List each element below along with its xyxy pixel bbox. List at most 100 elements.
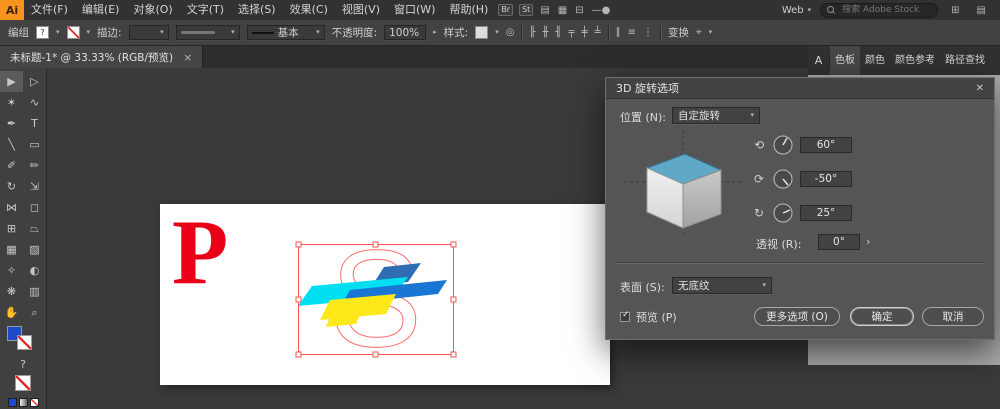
artboard[interactable]: P S [160, 204, 610, 385]
layout-icon-b[interactable]: ▦ [558, 5, 567, 16]
align-bottom-icon[interactable]: ╧ [595, 27, 601, 38]
selected-artwork[interactable]: S [288, 234, 466, 366]
rotate-z-input[interactable] [800, 205, 852, 221]
surface-label: 表面 (S): [620, 281, 665, 294]
panels-toggle-icon[interactable]: ▤ [977, 5, 986, 16]
rectangle-tool[interactable]: ▭ [23, 134, 46, 155]
menu-view[interactable]: 视图(V) [335, 0, 387, 20]
search-input[interactable] [840, 4, 933, 16]
column-graph-tool[interactable]: ▥ [23, 281, 46, 302]
menu-type[interactable]: 文字(T) [180, 0, 231, 20]
stock-search[interactable] [820, 2, 939, 18]
rotate-x-dial[interactable] [772, 134, 794, 156]
align-left-icon[interactable]: ╟ [529, 27, 535, 38]
menu-edit[interactable]: 编辑(E) [75, 0, 127, 20]
distribute-vertical-icon[interactable]: ≡ [628, 27, 636, 38]
paintbrush-tool[interactable]: ✐ [0, 155, 23, 176]
tab-color-guide[interactable]: 颜色参考 [890, 46, 940, 75]
menu-window[interactable]: 窗口(W) [387, 0, 442, 20]
more-options-button[interactable]: 更多选项 (O) [754, 307, 840, 326]
tab-pathfinder[interactable]: 路径查找 [940, 46, 990, 75]
stroke-color-swatch[interactable] [66, 26, 80, 39]
ok-button[interactable]: 确定 [850, 307, 914, 326]
menu-select[interactable]: 选择(S) [231, 0, 283, 20]
align-middle-icon[interactable]: ╪ [582, 27, 588, 38]
none-swatch[interactable] [15, 375, 31, 391]
stroke-indicator[interactable] [17, 335, 32, 350]
zoom-slider-icon[interactable]: —● [592, 5, 611, 16]
workspace-switcher[interactable]: Web ▾ [782, 5, 811, 16]
menu-help[interactable]: 帮助(H) [442, 0, 495, 20]
align-top-icon[interactable]: ╤ [569, 27, 575, 38]
rotation-track-cube[interactable] [624, 130, 742, 234]
rotate-y-input[interactable] [800, 171, 852, 187]
preview-checkbox[interactable]: ✓ [620, 310, 630, 322]
position-select[interactable]: 自定旋转 ▾ [672, 107, 760, 124]
perspective-input[interactable] [818, 234, 860, 250]
blend-tool[interactable]: ◐ [23, 260, 46, 281]
chevron-down-icon[interactable]: ▾ [709, 29, 713, 36]
direct-selection-tool[interactable]: ▷ [23, 71, 46, 92]
chevron-right-icon[interactable]: ▸ [433, 29, 437, 36]
menu-file[interactable]: 文件(F) [24, 0, 75, 20]
transform-label[interactable]: 变换 [668, 25, 689, 40]
none-mode-icon[interactable] [29, 398, 39, 407]
hand-tool[interactable]: ✋ [0, 302, 23, 323]
line-segment-tool[interactable]: ╲ [0, 134, 23, 155]
surface-select[interactable]: 无底纹 ▾ [672, 277, 772, 294]
close-icon[interactable]: ✕ [976, 83, 984, 94]
cancel-button[interactable]: 取消 [922, 307, 984, 326]
type-tool[interactable]: T [23, 113, 46, 134]
layout-icon-a[interactable]: ▤ [540, 5, 549, 16]
style-swatch[interactable] [475, 26, 489, 39]
rotate-z-dial[interactable] [772, 202, 794, 224]
stroke-weight-dropdown[interactable]: ▾ [128, 25, 169, 40]
opacity-value[interactable]: 100% [384, 25, 427, 40]
popup-slider-icon[interactable]: › [866, 235, 870, 248]
document-tab[interactable]: 未标题-1* @ 33.33% (RGB/预览) × [0, 46, 204, 68]
symbol-sprayer-tool[interactable]: ❋ [0, 281, 23, 302]
pen-tool[interactable]: ✒ [0, 113, 23, 134]
character-panel-icon[interactable]: A [808, 54, 830, 67]
align-center-icon[interactable]: ╫ [542, 27, 548, 38]
scale-tool[interactable]: ⇲ [23, 176, 46, 197]
menu-object[interactable]: 对象(O) [126, 0, 179, 20]
shape-builder-tool[interactable]: ⊞ [0, 218, 23, 239]
target-icon[interactable]: ⌖ [696, 27, 702, 38]
mesh-tool[interactable]: ▦ [0, 239, 23, 260]
layout-icon-c[interactable]: ⊟ [575, 5, 583, 16]
stock-icon[interactable]: St [519, 4, 534, 16]
rotate-y-dial[interactable] [772, 168, 794, 190]
width-profile-dropdown[interactable]: ▾ [175, 25, 240, 40]
perspective-grid-tool[interactable]: ⏢ [23, 218, 46, 239]
recolor-artwork-icon[interactable]: ◎ [506, 27, 515, 38]
align-right-icon[interactable]: ╢ [556, 27, 562, 38]
brush-definition-dropdown[interactable]: 基本 ▾ [246, 25, 325, 40]
close-document-icon[interactable]: × [183, 51, 192, 64]
menu-effect[interactable]: 效果(C) [283, 0, 335, 20]
letter-p-object[interactable]: P [172, 206, 228, 298]
tab-swatches[interactable]: 色板 [830, 46, 860, 75]
gradient-mode-icon[interactable] [18, 398, 28, 407]
zoom-tool[interactable]: ⌕ [23, 302, 46, 323]
bridge-icon[interactable]: Br [498, 4, 514, 16]
free-transform-tool[interactable]: ◻ [23, 197, 46, 218]
fill-color-swatch[interactable]: ? [36, 26, 49, 39]
fill-stroke-indicator[interactable] [0, 325, 46, 357]
distribute-horizontal-icon[interactable]: ∥ [616, 27, 621, 38]
color-mode-icon[interactable] [7, 398, 17, 407]
pencil-tool[interactable]: ✏ [23, 155, 46, 176]
selection-tool[interactable]: ▶ [0, 71, 23, 92]
tab-color[interactable]: 颜色 [860, 46, 890, 75]
gradient-tool[interactable]: ▨ [23, 239, 46, 260]
arrange-documents-icon[interactable]: ⊞ [951, 5, 959, 16]
width-tool[interactable]: ⋈ [0, 197, 23, 218]
lasso-tool[interactable]: ∿ [23, 92, 46, 113]
distribute-spacing-icon[interactable]: ⋮ [643, 27, 653, 38]
rotate-x-input[interactable] [800, 137, 852, 153]
check-icon: ✓ [622, 310, 630, 320]
rotate-tool[interactable]: ↻ [0, 176, 23, 197]
eyedropper-tool[interactable]: ✧ [0, 260, 23, 281]
magic-wand-tool[interactable]: ✶ [0, 92, 23, 113]
dialog-title-bar[interactable]: 3D 旋转选项 ✕ [606, 78, 994, 99]
